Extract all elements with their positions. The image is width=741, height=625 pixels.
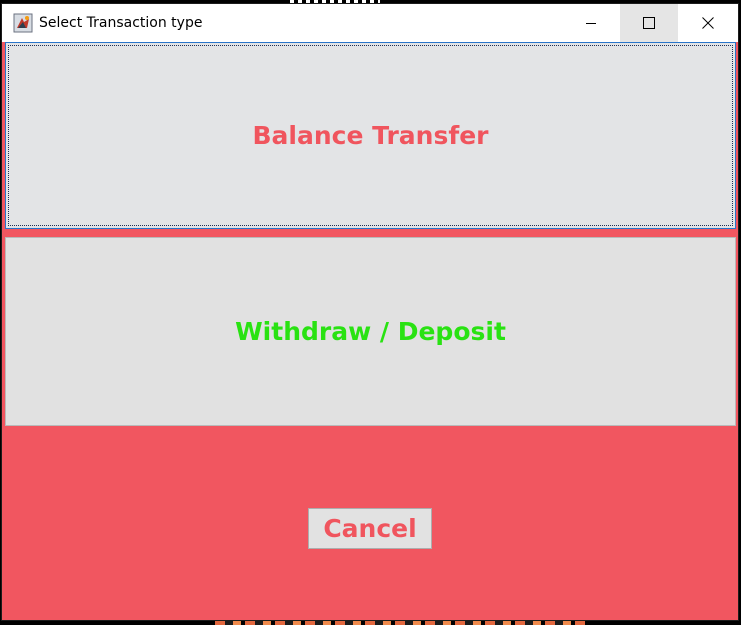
- minimize-icon: [585, 14, 597, 33]
- maximize-icon: [643, 14, 655, 33]
- balance-transfer-button[interactable]: Balance Transfer: [5, 42, 736, 229]
- minimize-button[interactable]: [562, 4, 620, 42]
- withdraw-deposit-label: Withdraw / Deposit: [235, 317, 506, 346]
- balance-transfer-label: Balance Transfer: [252, 121, 489, 150]
- close-icon: [702, 14, 714, 33]
- dialog-content: Balance Transfer Withdraw / Deposit Canc…: [5, 42, 736, 619]
- close-button[interactable]: [678, 4, 738, 42]
- withdraw-deposit-button[interactable]: Withdraw / Deposit: [5, 237, 736, 426]
- window-title: Select Transaction type: [39, 15, 203, 31]
- maximize-button[interactable]: [620, 4, 678, 42]
- title-bar[interactable]: Select Transaction type: [2, 4, 738, 42]
- cancel-label: Cancel: [323, 514, 417, 543]
- cancel-button[interactable]: Cancel: [308, 508, 432, 549]
- java-app-icon: [13, 13, 33, 33]
- transaction-type-window: Select Transaction type Balance Transfer: [1, 3, 739, 621]
